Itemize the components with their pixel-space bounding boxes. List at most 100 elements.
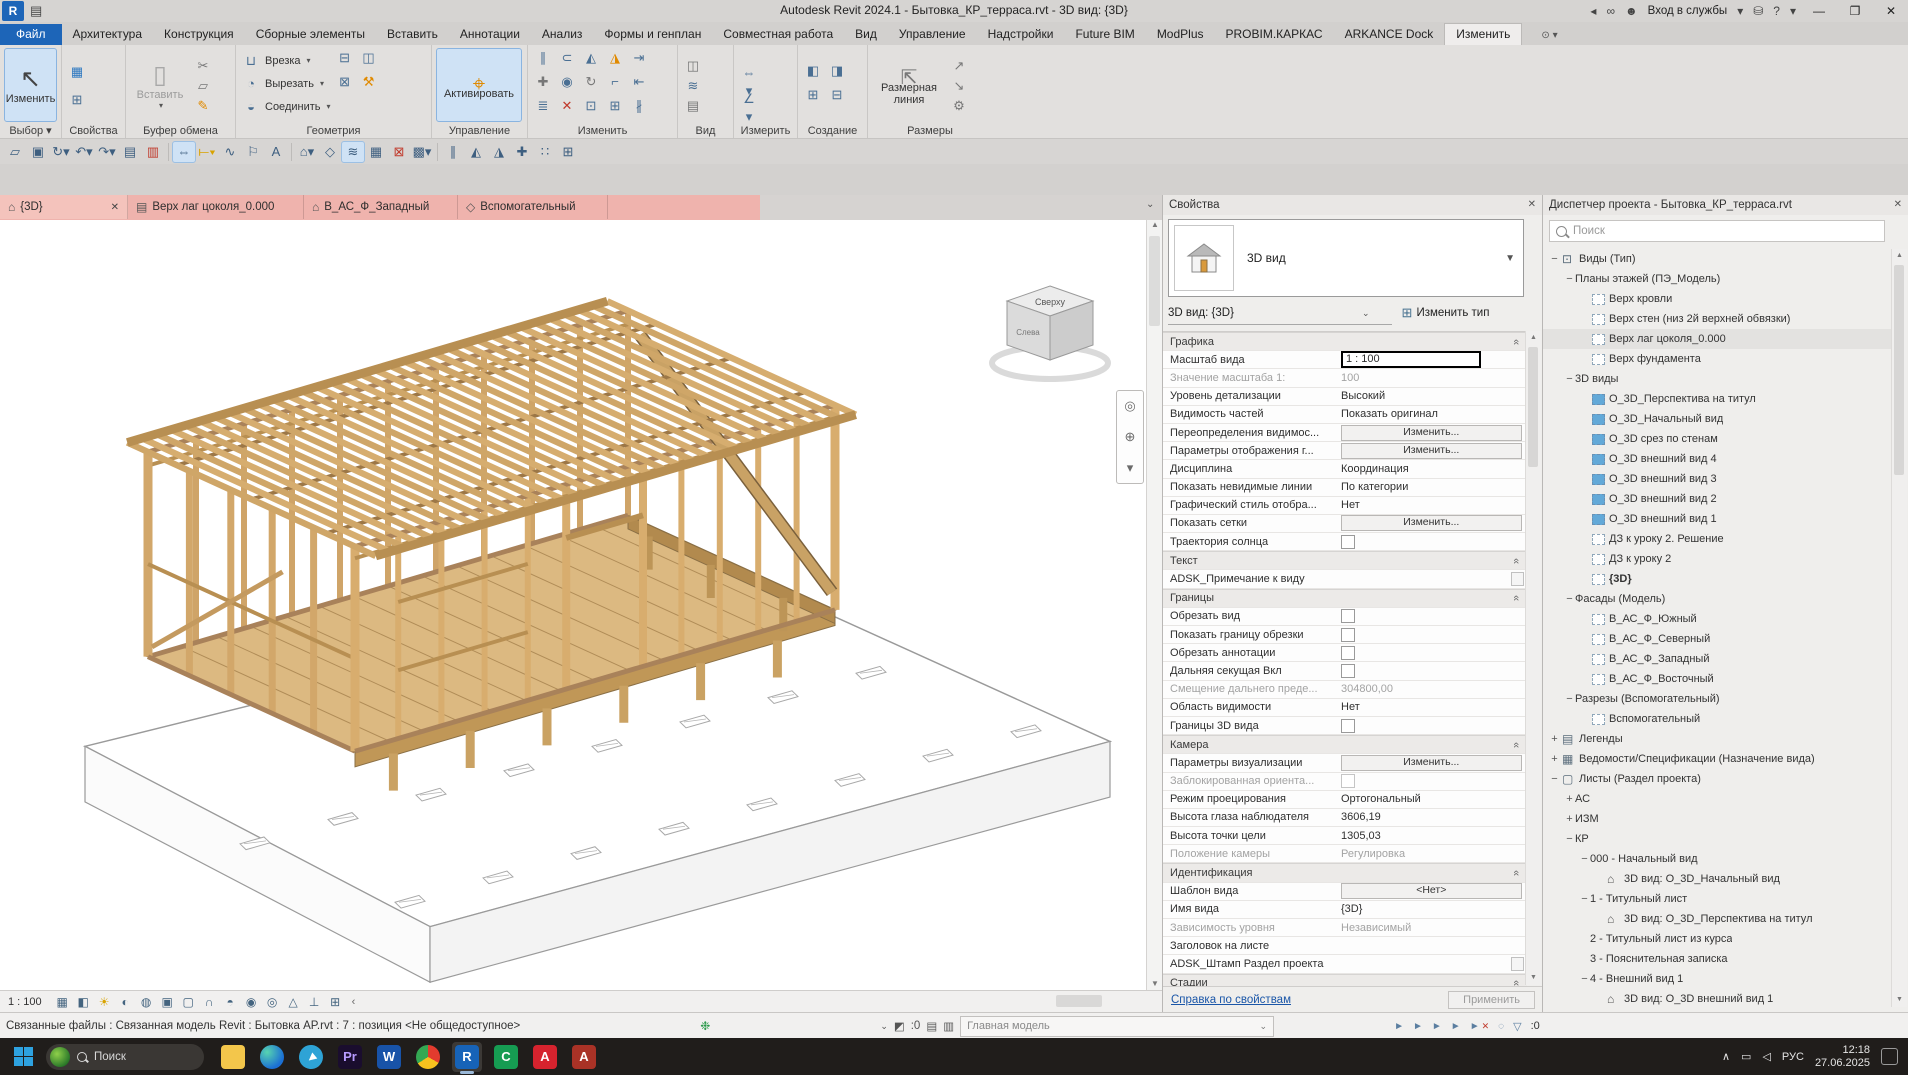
scroll-up-icon[interactable]: ▲ — [1892, 249, 1907, 263]
element-selector[interactable]: 3D вид: {3D} — [1168, 302, 1358, 325]
tree-expander-icon[interactable]: − — [1579, 893, 1590, 905]
aligned-dimension-icon[interactable]: ⇔ — [173, 142, 195, 162]
modify-button[interactable]: ↖ Изменить — [5, 49, 56, 121]
ribbon-tab-future-bim[interactable]: Future BIM — [1064, 24, 1145, 45]
scroll-down-icon[interactable]: ▼ — [1526, 971, 1541, 985]
tree-item[interactable]: −3D виды — [1543, 369, 1893, 389]
copy-icon[interactable]: ◉ — [557, 73, 577, 91]
tray-clock[interactable]: 12:1827.06.2025 — [1815, 1044, 1870, 1070]
spline-icon[interactable]: ∿ — [219, 142, 241, 162]
pin-icon[interactable]: ⊡ — [581, 97, 601, 115]
view-tab-4[interactable]: ◇Вспомогательный — [458, 195, 608, 219]
mirror-pick-axis-icon[interactable]: ◭ — [581, 49, 601, 67]
property-edit-button[interactable]: Изменить... — [1341, 425, 1522, 441]
property-value[interactable]: Показать оригинал — [1338, 406, 1527, 423]
text-icon[interactable]: A — [265, 142, 287, 162]
view-tab-2[interactable]: ▤Верх лаг цоколя_0.000 — [128, 195, 304, 219]
demolish-icon[interactable]: ⚒ — [359, 73, 379, 91]
save-icon[interactable]: ▣ — [27, 142, 49, 162]
explorer-icon[interactable] — [218, 1042, 248, 1072]
paste-button[interactable]: ▯ Вставить▾ — [131, 49, 189, 121]
tree-item[interactable]: −Разрезы (Вспомогательный) — [1543, 689, 1893, 709]
align-icon[interactable]: ∥ — [442, 142, 464, 162]
property-value[interactable]: Высокий — [1338, 388, 1527, 405]
notification-center-icon[interactable] — [1881, 1048, 1898, 1065]
word-icon[interactable]: W — [374, 1042, 404, 1072]
properties-scrollbar[interactable]: ▲ ▼ — [1525, 331, 1541, 985]
tree-item[interactable]: Верх кровли — [1543, 289, 1893, 309]
properties-help-link[interactable]: Справка по свойствам — [1171, 994, 1291, 1006]
tree-expander-icon[interactable]: + — [1564, 813, 1575, 825]
property-checkbox[interactable] — [1341, 664, 1355, 678]
select-by-face-icon[interactable]: ► — [1451, 1021, 1461, 1032]
visibility-graphics-icon[interactable]: ▦ — [365, 142, 387, 162]
tree-item[interactable]: Верх стен (низ 2й верхней обвязки) — [1543, 309, 1893, 329]
help-dropdown-icon[interactable]: ▾ — [1790, 4, 1796, 18]
reveal-hidden-icon[interactable]: ◉ — [241, 995, 262, 1009]
dim-settings-icon[interactable]: ⚙ — [949, 97, 969, 115]
type-selector-dropdown-icon[interactable]: ▼ — [1505, 253, 1523, 264]
section-icon[interactable]: ◇ — [319, 142, 341, 162]
join-button[interactable]: ◒ Соединить▾ — [241, 95, 331, 118]
worksets-dropdown-icon[interactable]: ⌄ — [880, 1021, 888, 1032]
property-value[interactable] — [1338, 608, 1527, 625]
help-icon[interactable]: ? — [1773, 4, 1780, 18]
render-icon[interactable]: ◍ — [136, 995, 157, 1009]
array-icon[interactable]: ⊞ — [557, 142, 579, 162]
workset-status-icon[interactable]: ◩ — [894, 1019, 905, 1033]
property-value[interactable]: Изменить... — [1338, 515, 1527, 532]
delete-icon[interactable]: ✕ — [557, 97, 577, 115]
drag-on-selection-icon[interactable]: ► — [1470, 1021, 1480, 1032]
search-highlight-image[interactable] — [50, 1047, 70, 1067]
unpin-icon[interactable]: ⊞ — [605, 97, 625, 115]
property-value[interactable] — [1338, 955, 1527, 972]
measure-angle-icon[interactable]: ∠ ▾ — [739, 90, 759, 108]
canvas-horizontal-scrollbar[interactable] — [355, 991, 1162, 1013]
ribbon-tab-файл[interactable]: Файл — [0, 24, 62, 45]
shadows-icon[interactable]: ◐ — [115, 995, 136, 1009]
create-group-icon[interactable]: ⊞ — [803, 86, 823, 104]
thin-lines-icon[interactable]: ≋ — [342, 142, 364, 162]
tree-item[interactable]: Верх фундамента — [1543, 349, 1893, 369]
measure-between-refs-icon[interactable]: ⇔ ▾ — [739, 64, 759, 82]
property-value[interactable]: 1 : 100 — [1338, 351, 1527, 368]
cut-geometry-button[interactable]: ◔ Вырезать▾ — [241, 72, 331, 95]
maximize-button[interactable]: ❐ — [1842, 4, 1868, 18]
minimize-button[interactable]: — — [1806, 4, 1832, 18]
ribbon-tab-надстройки[interactable]: Надстройки — [977, 24, 1065, 45]
constraints-icon[interactable]: ⊥ — [304, 995, 325, 1009]
property-edit-button[interactable]: Изменить... — [1341, 515, 1522, 531]
sun-path-icon[interactable]: ☀ — [94, 995, 115, 1009]
mirror2-icon[interactable]: ◮ — [488, 142, 510, 162]
split-icon[interactable]: ⇤ — [629, 73, 649, 91]
tree-item[interactable]: +▤Легенды — [1543, 729, 1893, 749]
tree-item[interactable]: ⌂3D вид: О_3D_Начальный вид — [1543, 869, 1893, 889]
create-assembly-icon[interactable]: ⊟ — [827, 86, 847, 104]
trim-icon[interactable]: ⌐ — [605, 73, 625, 91]
spot-elevation-icon[interactable]: ↗ — [949, 57, 969, 75]
tree-expander-icon[interactable]: − — [1579, 973, 1590, 985]
selection-dashed-icon[interactable]: ◌ — [1498, 1021, 1504, 1032]
wall-joins-icon[interactable]: ◫ — [359, 49, 379, 67]
tree-item[interactable]: −Фасады (Модель) — [1543, 589, 1893, 609]
property-checkbox[interactable] — [1341, 719, 1355, 733]
property-value[interactable] — [1338, 717, 1527, 734]
tree-item[interactable]: В_АС_Ф_Восточный — [1543, 669, 1893, 689]
premiere-icon[interactable]: Pr — [335, 1042, 365, 1072]
property-value[interactable] — [1338, 662, 1527, 679]
switch-windows-icon[interactable]: ▩▾ — [411, 142, 433, 162]
cut-to-clipboard-icon[interactable]: ✂ — [193, 57, 213, 75]
transfer-standards-icon[interactable]: ▥ — [142, 142, 164, 162]
ribbon-tab-arkance-dock[interactable]: ARKANCE Dock — [1334, 24, 1445, 45]
green-app-icon[interactable]: C — [491, 1042, 521, 1072]
browser-search-box[interactable]: Поиск — [1549, 220, 1885, 242]
editing-requests-icon[interactable]: ▤ — [926, 1019, 937, 1033]
property-value[interactable]: {3D} — [1338, 901, 1527, 918]
select-links-icon[interactable]: ► — [1394, 1021, 1404, 1032]
align-icon[interactable]: ∥ — [533, 49, 553, 67]
default-3d-view-icon[interactable]: ⌂▾ — [296, 142, 318, 162]
ribbon-tab-аннотации[interactable]: Аннотации — [449, 24, 531, 45]
property-value[interactable]: Нет — [1338, 699, 1527, 716]
cope-button[interactable]: ⊔ Врезка▾ — [241, 49, 331, 72]
ribbon-tab-probim-каркас[interactable]: PROBIM.КАРКАС — [1215, 24, 1334, 45]
